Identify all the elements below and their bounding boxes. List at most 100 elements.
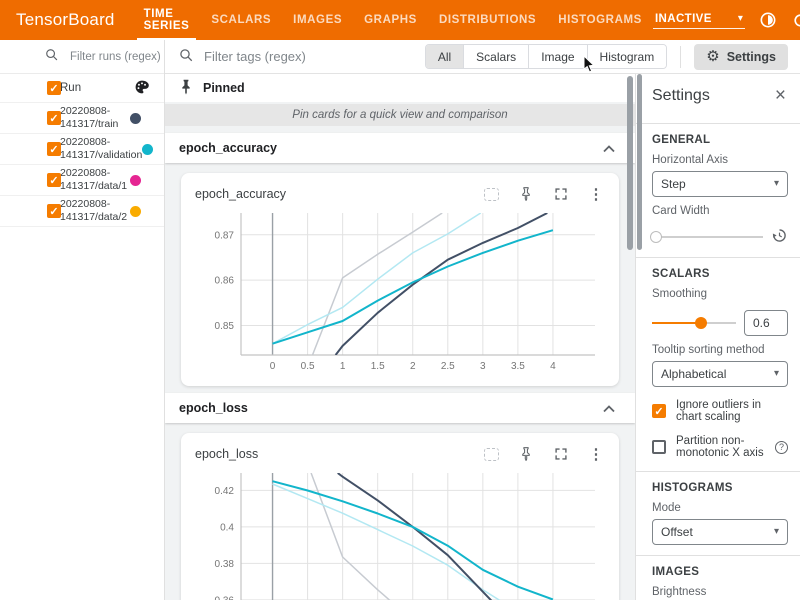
- run-color-dot: [130, 175, 141, 186]
- reset-icon[interactable]: [771, 227, 788, 247]
- tooltip-sorting-value: Alphabetical: [661, 367, 726, 381]
- line-chart-epoch_loss[interactable]: 0.360.380.40.4200.511.522.533.54: [195, 467, 605, 600]
- tag-toolbar: Filter tags (regex) AllScalarsImageHisto…: [165, 40, 800, 74]
- search-icon: [45, 48, 59, 65]
- svg-text:2: 2: [410, 361, 416, 372]
- run-checkbox[interactable]: [47, 173, 61, 187]
- settings-button-label: Settings: [727, 50, 776, 64]
- smoothing-input[interactable]: 0.6: [744, 310, 788, 336]
- close-icon[interactable]: ×: [775, 86, 786, 105]
- run-color-dot: [142, 144, 153, 155]
- brightness-label: Brightness: [652, 586, 788, 598]
- run-row[interactable]: 20220808-141317/validation: [0, 134, 164, 165]
- card-title: epoch_loss: [195, 447, 258, 461]
- horizontal-axis-value: Step: [661, 177, 686, 191]
- tooltip-sorting-label: Tooltip sorting method: [652, 344, 788, 356]
- tab-scalars[interactable]: SCALARS: [200, 0, 282, 40]
- horizontal-axis-select[interactable]: Step ▾: [652, 171, 788, 197]
- divider: [636, 123, 800, 124]
- section-title: epoch_loss: [179, 401, 248, 415]
- divider: [636, 257, 800, 258]
- histogram-mode-label: Mode: [652, 502, 788, 514]
- partition-x-axis-checkbox[interactable]: [652, 440, 666, 454]
- filter-button-scalars[interactable]: Scalars: [463, 45, 528, 68]
- chevron-down-icon: ▾: [774, 179, 779, 189]
- card-icons: ⋮: [482, 445, 605, 463]
- chevron-up-icon[interactable]: [603, 401, 615, 416]
- pinned-label: Pinned: [203, 81, 245, 95]
- tab-graphs[interactable]: GRAPHS: [353, 0, 428, 40]
- tooltip-sorting-select[interactable]: Alphabetical ▾: [652, 361, 788, 387]
- tab-histograms[interactable]: HISTOGRAMS: [547, 0, 653, 40]
- svg-text:1: 1: [340, 361, 346, 372]
- run-row[interactable]: 20220808-141317/data/1: [0, 165, 164, 196]
- run-checkbox[interactable]: [47, 204, 61, 218]
- pin-icon[interactable]: [517, 185, 535, 203]
- card-sections: epoch_accuracyepoch_accuracy⋮0.850.860.8…: [165, 133, 635, 600]
- fullscreen-icon[interactable]: [552, 185, 570, 203]
- run-row[interactable]: 20220808-141317/train: [0, 103, 164, 134]
- divider: [636, 555, 800, 556]
- line-chart-epoch_accuracy[interactable]: 0.850.860.8700.511.522.533.54: [195, 207, 605, 377]
- run-name: 20220808-141317/train: [60, 105, 130, 131]
- fullscreen-icon[interactable]: [552, 445, 570, 463]
- run-name: 20220808-141317/data/1: [60, 167, 130, 193]
- gear-icon: ⚙: [706, 49, 719, 64]
- settings-button[interactable]: ⚙ Settings: [694, 44, 788, 70]
- tab-distributions[interactable]: DISTRIBUTIONS: [428, 0, 547, 40]
- filter-button-image[interactable]: Image: [528, 45, 586, 68]
- scalar-card-epoch_loss: epoch_loss ⋮ 0.360.380.40.4200.511.522.533…: [181, 433, 619, 600]
- tag-type-filter-group: AllScalarsImageHistogram: [425, 44, 667, 69]
- svg-text:1.5: 1.5: [371, 361, 385, 372]
- run-name: 20220808-141317/validation: [60, 136, 142, 162]
- partition-x-axis-label: Partition non-monotonic X axis: [676, 435, 765, 459]
- ignore-outliers-checkbox[interactable]: [652, 404, 666, 418]
- pinned-hint-strip: Pin cards for a quick view and compariso…: [165, 104, 635, 126]
- refresh-icon[interactable]: [791, 10, 800, 30]
- smoothing-label: Smoothing: [652, 288, 788, 300]
- chevron-up-icon[interactable]: [603, 141, 615, 156]
- run-checkbox[interactable]: [47, 111, 61, 125]
- fit-to-data-icon[interactable]: [482, 185, 500, 203]
- filter-button-all[interactable]: All: [426, 45, 463, 68]
- palette-icon[interactable]: [134, 79, 150, 98]
- app-logo: TensorBoard: [0, 0, 133, 40]
- run-header-checkbox[interactable]: [47, 81, 61, 95]
- nav-tabs: TIME SERIESSCALARSIMAGESGRAPHSDISTRIBUTI…: [133, 0, 653, 40]
- section-header-epoch_loss[interactable]: epoch_loss: [165, 393, 635, 423]
- pinned-hint-text: Pin cards for a quick view and compariso…: [292, 109, 507, 121]
- svg-text:0.85: 0.85: [215, 321, 235, 332]
- general-heading: GENERAL: [652, 134, 788, 146]
- chevron-down-icon: ▾: [738, 14, 743, 24]
- filter-runs-input[interactable]: Filter runs (regex): [0, 40, 164, 74]
- scalars-heading: SCALARS: [652, 268, 788, 280]
- svg-text:0.5: 0.5: [301, 361, 315, 372]
- more-options-icon[interactable]: ⋮: [587, 445, 605, 463]
- settings-scrollbar[interactable]: [637, 74, 642, 250]
- filter-button-histogram[interactable]: Histogram: [587, 45, 667, 68]
- run-row[interactable]: 20220808-141317/data/2: [0, 196, 164, 227]
- section-header-epoch_accuracy[interactable]: epoch_accuracy: [165, 133, 635, 163]
- run-checkbox[interactable]: [47, 142, 61, 156]
- svg-text:0.87: 0.87: [215, 230, 235, 241]
- series-20220808-141317-validation-raw: [273, 213, 481, 344]
- more-options-icon[interactable]: ⋮: [587, 185, 605, 203]
- images-heading: IMAGES: [652, 566, 788, 578]
- status-dropdown[interactable]: INACTIVE ▾: [653, 11, 745, 29]
- smoothing-slider[interactable]: [652, 316, 736, 330]
- card-width-slider[interactable]: [652, 230, 763, 244]
- help-icon[interactable]: ?: [775, 441, 788, 454]
- run-color-dot: [130, 113, 141, 124]
- svg-text:0.4: 0.4: [220, 522, 234, 533]
- chevron-down-icon: ▾: [774, 369, 779, 379]
- brightness-toggle-icon[interactable]: [758, 10, 778, 30]
- main-scrollbar[interactable]: [627, 76, 633, 250]
- chevron-down-icon: ▾: [774, 527, 779, 537]
- pin-icon[interactable]: [517, 445, 535, 463]
- series-20220808-141317-validation-raw: [273, 484, 518, 600]
- histogram-mode-select[interactable]: Offset ▾: [652, 519, 788, 545]
- tab-time-series[interactable]: TIME SERIES: [133, 0, 201, 40]
- tab-images[interactable]: IMAGES: [282, 0, 353, 40]
- fit-to-data-icon[interactable]: [482, 445, 500, 463]
- filter-tags-input[interactable]: Filter tags (regex): [179, 48, 425, 66]
